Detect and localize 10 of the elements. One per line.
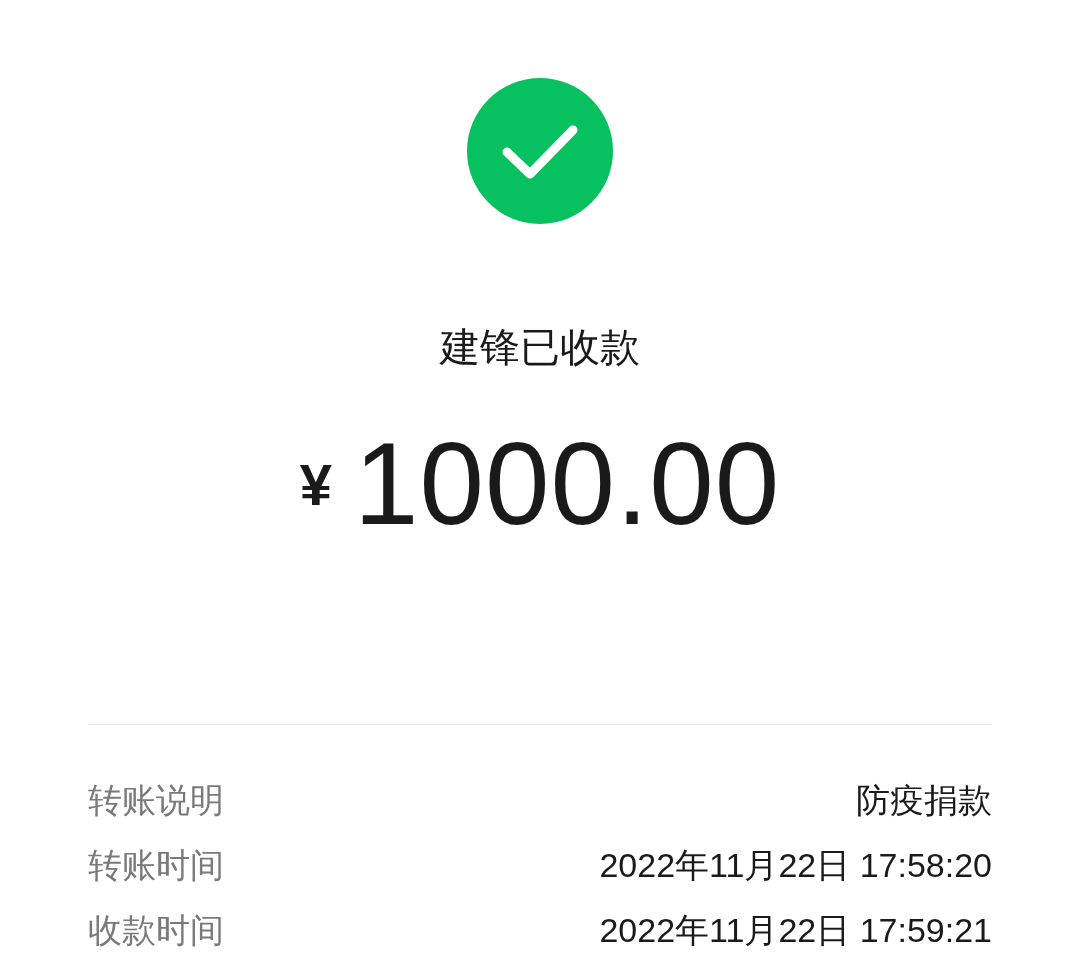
detail-label: 转账说明: [88, 778, 224, 822]
detail-value: 防疫捐款: [856, 779, 992, 821]
detail-label: 转账时间: [88, 843, 224, 887]
status-title: 建锋已收款: [440, 323, 640, 372]
success-check-icon: [467, 78, 613, 224]
amount-value: 1000.00: [353, 418, 781, 551]
currency-symbol: ¥: [299, 450, 332, 518]
detail-value: 2022年11月22日 17:58:20: [599, 844, 992, 886]
detail-label: 收款时间: [88, 908, 224, 952]
detail-value: 2022年11月22日 17:59:21: [599, 909, 992, 951]
